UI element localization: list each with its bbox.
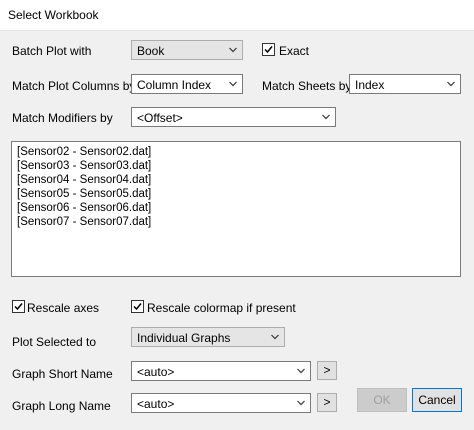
checkmark-icon (133, 303, 142, 311)
plot-selected-label: Plot Selected to (12, 335, 97, 349)
chevron-down-icon (271, 334, 279, 340)
match-modifiers-value: <Offset> (137, 111, 183, 125)
list-item[interactable]: [Sensor05 - Sensor05.dat] (17, 187, 151, 201)
rescale-axes-label: Rescale axes (27, 301, 100, 315)
match-sheets-dropdown[interactable]: Index (349, 74, 461, 94)
chevron-down-icon (297, 400, 305, 406)
list-item[interactable]: [Sensor02 - Sensor02.dat] (17, 145, 151, 159)
graph-long-name-value: <auto> (137, 397, 175, 411)
list-item[interactable]: [Sensor06 - Sensor06.dat] (17, 201, 151, 215)
graph-short-name-label: Graph Short Name (12, 367, 113, 381)
chevron-down-icon (297, 368, 305, 374)
insert-button-label: > (323, 363, 331, 377)
chevron-down-icon (229, 81, 237, 87)
graph-long-name-combo[interactable]: <auto> (131, 393, 311, 413)
checkmark-icon (264, 46, 273, 54)
rescale-colormap-checkbox[interactable] (131, 300, 144, 313)
exact-label: Exact (279, 44, 310, 58)
short-name-insert-button[interactable]: > (317, 361, 337, 380)
list-item[interactable]: [Sensor03 - Sensor03.dat] (17, 159, 151, 173)
long-name-insert-button[interactable]: > (317, 393, 337, 412)
match-sheets-label: Match Sheets by (262, 79, 352, 93)
ok-button-label: OK (373, 393, 391, 407)
list-item[interactable]: [Sensor07 - Sensor07.dat] (17, 215, 151, 229)
chevron-down-icon (447, 81, 455, 87)
graph-long-name-label: Graph Long Name (12, 399, 111, 413)
select-workbook-dialog: Select Workbook Batch Plot with Book Exa… (0, 0, 474, 430)
match-plot-columns-label: Match Plot Columns by (12, 79, 136, 93)
insert-button-label: > (323, 395, 331, 409)
cancel-button-label: Cancel (418, 393, 456, 407)
plot-selected-value: Individual Graphs (137, 331, 231, 345)
rescale-colormap-label: Rescale colormap if present (147, 301, 296, 315)
window-title: Select Workbook (8, 8, 99, 22)
match-plot-columns-dropdown[interactable]: Column Index (131, 74, 243, 94)
match-modifiers-label: Match Modifiers by (12, 111, 113, 125)
list-item[interactable]: [Sensor04 - Sensor04.dat] (17, 173, 151, 187)
match-sheets-value: Index (355, 78, 385, 92)
workbook-list[interactable]: [Sensor02 - Sensor02.dat] [Sensor03 - Se… (11, 141, 461, 277)
graph-short-name-combo[interactable]: <auto> (131, 361, 311, 381)
ok-button[interactable]: OK (357, 388, 407, 412)
batch-plot-value: Book (137, 44, 165, 58)
rescale-axes-checkbox[interactable] (12, 300, 25, 313)
match-plot-columns-value: Column Index (137, 78, 212, 92)
plot-selected-dropdown[interactable]: Individual Graphs (131, 327, 285, 347)
title-bar[interactable]: Select Workbook (0, 0, 474, 31)
batch-plot-dropdown[interactable]: Book (131, 40, 243, 60)
checkmark-icon (14, 303, 23, 311)
cancel-button[interactable]: Cancel (412, 388, 462, 412)
graph-short-name-value: <auto> (137, 365, 175, 379)
chevron-down-icon (229, 47, 237, 53)
chevron-down-icon (322, 114, 330, 120)
exact-checkbox[interactable] (262, 43, 275, 56)
match-modifiers-dropdown[interactable]: <Offset> (131, 107, 336, 127)
batch-plot-label: Batch Plot with (12, 44, 92, 58)
